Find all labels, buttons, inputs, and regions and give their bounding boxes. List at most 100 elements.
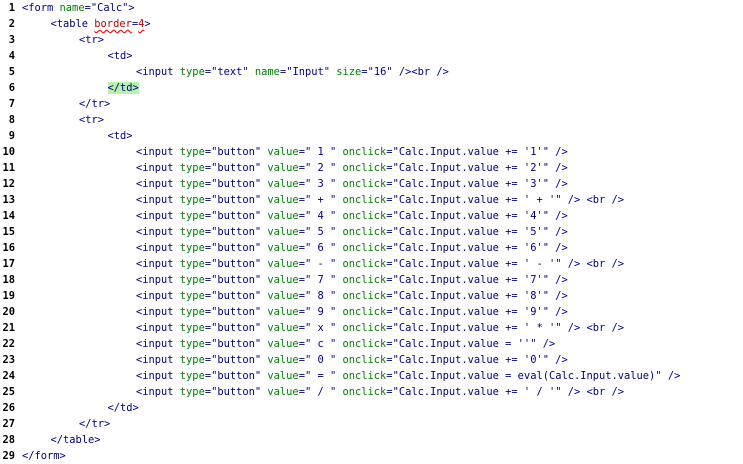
code-line[interactable]: 6 </td> [0, 80, 743, 96]
code-line[interactable]: 1 <form name="Calc"> [0, 0, 743, 16]
attribute-value-token: "Calc.Input.value += '8'" [392, 290, 549, 302]
attribute-name-token: value [267, 290, 299, 302]
code-line[interactable]: 17 <input type="button" value=" - " oncli… [0, 256, 743, 272]
html-tag-token: <input [136, 178, 180, 190]
attribute-value-token: "Calc.Input.value += '4'" [392, 210, 549, 222]
code-line[interactable]: 19 <input type="button" value=" 8 " oncli… [0, 288, 743, 304]
code-line[interactable]: 4 <td> [0, 48, 743, 64]
attribute-name-token: type [179, 322, 205, 334]
code-line[interactable]: 29 </form> [0, 448, 743, 464]
attribute-name-token: onclick [342, 338, 387, 350]
attribute-name-token: onclick [342, 306, 387, 318]
attribute-value-token: " 4 " [304, 210, 337, 222]
code-text: <input type="button" value=" - " onclick… [136, 256, 624, 272]
code-text: <tr> [79, 32, 104, 48]
code-text: <input type="text" name="Input" size="16… [136, 64, 449, 80]
attribute-value-token: " 1 " [304, 146, 337, 158]
html-tag-token: </td> [107, 402, 139, 414]
html-tag-token: </tr> [79, 418, 111, 430]
html-tag-token: <input [136, 290, 180, 302]
html-tag-token: /> <br /> [561, 322, 625, 334]
code-line[interactable]: 27 </tr> [0, 416, 743, 432]
attribute-name-token: type [179, 386, 205, 398]
attribute-name-token: onclick [342, 242, 387, 254]
attribute-value-token: "button" [211, 178, 262, 190]
line-number: 10 [2, 146, 15, 158]
code-line[interactable]: 21 <input type="button" value=" x " oncli… [0, 320, 743, 336]
html-tag-token: <input [136, 274, 180, 286]
line-number: 1 [8, 2, 15, 14]
code-line[interactable]: 10 <input type="button" value=" 1 " oncli… [0, 144, 743, 160]
line-number: 6 [8, 82, 15, 94]
line-number: 17 [2, 258, 15, 270]
code-text: <input type="button" value=" 3 " onclick… [136, 176, 568, 192]
html-tag-token: /><br /> [392, 66, 449, 78]
attribute-value-token: "button" [211, 386, 262, 398]
code-line[interactable]: 23 <input type="button" value=" 0 " oncli… [0, 352, 743, 368]
attribute-name-token: type [179, 370, 205, 382]
code-line[interactable]: 11 <input type="button" value=" 2 " oncli… [0, 160, 743, 176]
html-tag-token: <tr> [79, 114, 105, 126]
attribute-name-token: value [267, 274, 299, 286]
attribute-name-token: onclick [342, 274, 387, 286]
html-tag-token: /> [548, 306, 568, 318]
code-line[interactable]: 12 <input type="button" value=" 3 " oncli… [0, 176, 743, 192]
html-tag-token: <input [136, 258, 180, 270]
code-line[interactable]: 15 <input type="button" value=" 5 " oncli… [0, 224, 743, 240]
line-number: 16 [2, 242, 15, 254]
line-number: 25 [2, 386, 15, 398]
html-tag-token: /> [548, 274, 568, 286]
code-line[interactable]: 14 <input type="button" value=" 4 " oncli… [0, 208, 743, 224]
code-line[interactable]: 3 <tr> [0, 32, 743, 48]
attribute-name-token: type [179, 210, 205, 222]
line-number: 18 [2, 274, 15, 286]
code-line[interactable]: 7 </tr> [0, 96, 743, 112]
html-tag-token: <input [136, 370, 180, 382]
code-line[interactable]: 24 <input type="button" value=" = " oncli… [0, 368, 743, 384]
attribute-value-token: "button" [211, 322, 262, 334]
code-line[interactable]: 25 <input type="button" value=" / " oncli… [0, 384, 743, 400]
line-number: 5 [8, 66, 15, 78]
code-line[interactable]: 8 <tr> [0, 112, 743, 128]
attribute-name-token: type [179, 290, 205, 302]
matched-tag-highlight: </td> [107, 82, 139, 94]
code-line[interactable]: 28 </table> [0, 432, 743, 448]
error-underlined-token: border [94, 18, 132, 30]
attribute-value-token: "button" [211, 306, 262, 318]
html-tag-token: <input [136, 162, 180, 174]
line-number: 13 [2, 194, 15, 206]
code-line[interactable]: 13 <input type="button" value=" + " oncli… [0, 192, 743, 208]
code-line[interactable]: 9 <td> [0, 128, 743, 144]
code-text: <input type="button" value=" 8 " onclick… [136, 288, 568, 304]
attribute-name-token: value [267, 354, 299, 366]
code-line[interactable]: 26 </td> [0, 400, 743, 416]
attribute-value-token: "Calc.Input.value += '7'" [392, 274, 549, 286]
attribute-name-token: type [179, 194, 205, 206]
html-tag-token: <td> [107, 50, 133, 62]
code-line[interactable]: 2 <table border=4> [0, 16, 743, 32]
attribute-value-token: " 7 " [304, 274, 337, 286]
code-text: <input type="button" value=" x " onclick… [136, 320, 624, 336]
attribute-value-token: "button" [211, 226, 262, 238]
attribute-name-token: onclick [342, 226, 387, 238]
code-text: </table> [51, 432, 101, 448]
line-number: 29 [2, 450, 15, 462]
html-tag-token: > [128, 2, 135, 14]
line-number: 19 [2, 290, 15, 302]
line-number: 11 [2, 162, 15, 174]
line-number: 15 [2, 226, 15, 238]
code-line[interactable]: 20 <input type="button" value=" 9 " oncli… [0, 304, 743, 320]
code-line[interactable]: 18 <input type="button" value=" 7 " oncli… [0, 272, 743, 288]
code-text: </td> [107, 80, 139, 96]
line-number: 4 [8, 50, 15, 62]
code-line[interactable]: 22 <input type="button" value=" c " oncli… [0, 336, 743, 352]
attribute-value-token: "16" [367, 66, 393, 78]
attribute-name-token: size [336, 66, 362, 78]
code-editor[interactable]: 1 <form name="Calc"> 2 <table border=4> 3 <tr… [0, 0, 743, 464]
attribute-value-token: " 6 " [304, 242, 337, 254]
code-line[interactable]: 5 <input type="text" name="Input" size="1… [0, 64, 743, 80]
code-line[interactable]: 16 <input type="button" value=" 6 " oncli… [0, 240, 743, 256]
attribute-value-token: "Calc.Input.value += '3'" [392, 178, 549, 190]
attribute-value-token: " 5 " [304, 226, 337, 238]
attribute-value-token: "button" [211, 274, 262, 286]
